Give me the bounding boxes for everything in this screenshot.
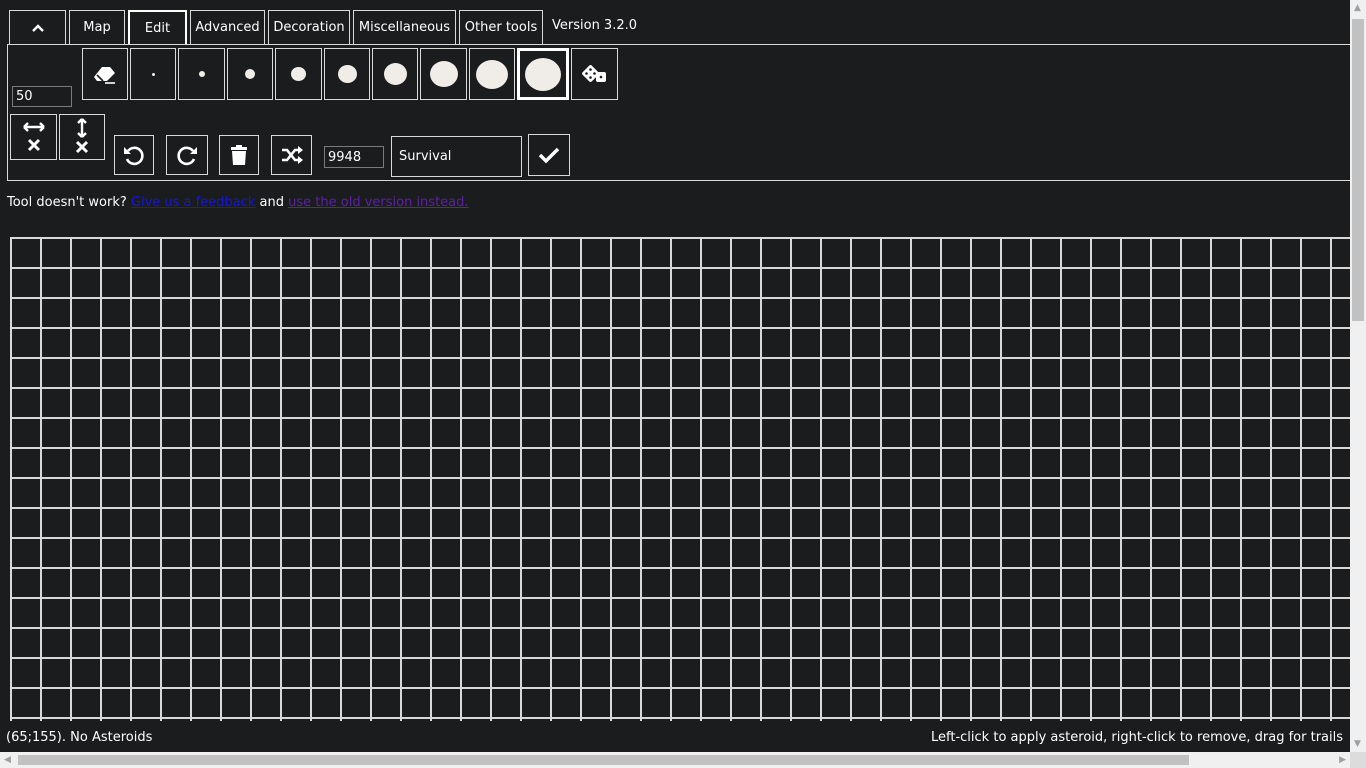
asteroid-size-5-icon bbox=[337, 65, 357, 83]
asteroid-size-5-button[interactable] bbox=[324, 48, 370, 100]
asteroid-size-6-button[interactable] bbox=[372, 48, 418, 100]
collapse-menu-button[interactable] bbox=[9, 10, 66, 44]
trash-icon bbox=[231, 145, 247, 165]
asteroid-size-2-button[interactable] bbox=[178, 48, 225, 100]
old-version-link[interactable]: use the old version instead. bbox=[288, 195, 468, 210]
tab-map-label: Map bbox=[83, 20, 111, 35]
undo-button[interactable] bbox=[114, 135, 154, 175]
feedback-link[interactable]: Give us a feedback bbox=[131, 195, 255, 210]
scrollbar-corner bbox=[1350, 752, 1366, 768]
game-mode-value: Survival bbox=[399, 149, 452, 164]
flip-horizontal-button[interactable] bbox=[10, 114, 57, 160]
tab-miscellaneous-label: Miscellaneous bbox=[358, 20, 451, 35]
vertical-scrollbar-thumb[interactable] bbox=[1352, 19, 1364, 321]
asteroid-size-8-button[interactable] bbox=[469, 48, 515, 100]
seed-input[interactable]: 9948 bbox=[324, 146, 384, 168]
redo-button[interactable] bbox=[166, 135, 208, 175]
feedback-middle: and bbox=[259, 195, 284, 210]
feedback-notice: Tool doesn't work? Give us a feedback an… bbox=[7, 195, 469, 210]
random-asteroid-button[interactable] bbox=[571, 48, 618, 100]
asteroid-size-1-icon bbox=[151, 72, 155, 76]
tab-edit[interactable]: Edit bbox=[128, 10, 187, 44]
brush-size-value: 50 bbox=[16, 89, 33, 104]
cursor-coordinates: (65;155). No Asteroids bbox=[6, 730, 153, 745]
flip-vertical-button[interactable] bbox=[59, 114, 105, 160]
tab-other-tools[interactable]: Other tools bbox=[459, 10, 543, 44]
clear-button[interactable] bbox=[219, 135, 259, 175]
scroll-right-arrow-icon[interactable]: ▶ bbox=[1339, 755, 1346, 765]
asteroid-size-7-button[interactable] bbox=[420, 48, 467, 100]
horizontal-scrollbar[interactable]: ◀ ▶ bbox=[0, 752, 1350, 768]
undo-icon bbox=[124, 146, 144, 166]
seed-value: 9948 bbox=[328, 149, 362, 165]
redo-icon bbox=[177, 146, 197, 166]
tab-decoration[interactable]: Decoration bbox=[268, 10, 350, 44]
asteroid-size-6-icon bbox=[383, 63, 407, 85]
apply-button[interactable] bbox=[528, 134, 570, 176]
tab-miscellaneous[interactable]: Miscellaneous bbox=[353, 10, 456, 44]
asteroid-size-3-icon bbox=[245, 69, 255, 79]
tab-edit-label: Edit bbox=[144, 20, 171, 36]
flip-vertical-icon bbox=[75, 118, 89, 154]
tab-decoration-label: Decoration bbox=[273, 20, 345, 35]
scroll-left-arrow-icon[interactable]: ◀ bbox=[4, 755, 11, 765]
vertical-scrollbar[interactable]: ▲ ▼ bbox=[1350, 0, 1366, 752]
asteroid-size-9-button[interactable] bbox=[517, 48, 569, 100]
scroll-up-arrow-icon[interactable]: ▲ bbox=[1354, 3, 1361, 13]
flip-horizontal-icon bbox=[22, 122, 45, 152]
game-mode-select[interactable]: Survival bbox=[391, 136, 522, 177]
check-icon bbox=[538, 147, 560, 164]
feedback-prefix: Tool doesn't work? bbox=[7, 195, 127, 210]
shuffle-icon bbox=[281, 146, 303, 164]
asteroid-size-8-icon bbox=[476, 59, 508, 89]
horizontal-scrollbar-thumb[interactable] bbox=[18, 755, 1189, 765]
shuffle-button[interactable] bbox=[271, 135, 312, 175]
asteroid-size-4-button[interactable] bbox=[275, 48, 322, 100]
tab-other-tools-label: Other tools bbox=[464, 20, 538, 35]
random-dice-icon bbox=[581, 65, 606, 82]
scroll-down-arrow-icon[interactable]: ▼ bbox=[1354, 739, 1361, 749]
brush-size-input[interactable]: 50 bbox=[12, 86, 72, 107]
version-label: Version 3.2.0 bbox=[552, 18, 638, 33]
eraser-button[interactable] bbox=[82, 48, 128, 100]
usage-hint: Left-click to apply asteroid, right-clic… bbox=[931, 730, 1343, 745]
asteroid-size-9-icon bbox=[525, 57, 561, 91]
chevron-up-icon bbox=[31, 23, 44, 32]
asteroid-size-7-icon bbox=[429, 61, 458, 87]
tab-advanced-label: Advanced bbox=[195, 20, 260, 35]
asteroid-size-2-icon bbox=[198, 71, 205, 77]
asteroid-size-3-button[interactable] bbox=[227, 48, 273, 100]
asteroid-size-1-button[interactable] bbox=[130, 48, 176, 100]
asteroid-size-4-icon bbox=[291, 67, 306, 81]
eraser-icon bbox=[94, 67, 115, 84]
map-grid-canvas[interactable] bbox=[10, 237, 1352, 721]
tab-map[interactable]: Map bbox=[69, 10, 125, 44]
tab-advanced[interactable]: Advanced bbox=[190, 10, 265, 44]
